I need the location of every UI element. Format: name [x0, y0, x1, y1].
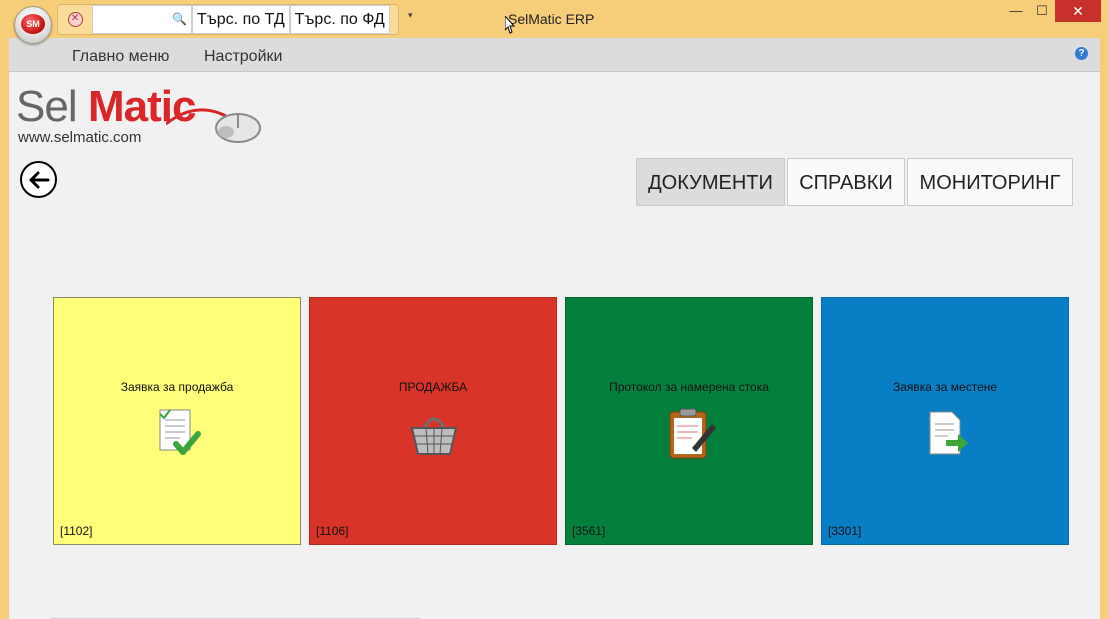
maximize-button[interactable]: ☐	[1029, 0, 1055, 22]
search-fd-button[interactable]: Търс. по ФД	[289, 5, 390, 34]
tile-label: Заявка за местене	[892, 380, 998, 394]
tile-code: [3561]	[572, 524, 606, 538]
tile-sales-request[interactable]: Заявка за продажба [1102]	[53, 297, 301, 545]
tab-monitoring[interactable]: МОНИТОРИНГ	[907, 158, 1073, 206]
quick-access-toolbar: ✕ 🔍 Търс. по ТД Търс. по ФД	[57, 4, 399, 35]
app-orb-label: SM	[21, 14, 45, 34]
document-check-icon	[159, 409, 201, 455]
menu-main[interactable]: Главно меню	[72, 48, 169, 66]
menu-bar: Главно меню Настройки ?	[9, 38, 1100, 72]
search-td-button[interactable]: Търс. по ТД	[192, 5, 290, 34]
back-button[interactable]	[20, 161, 57, 198]
tab-documents[interactable]: ДОКУМЕНТИ	[636, 158, 785, 206]
tile-code: [3301]	[828, 524, 862, 538]
tab-references[interactable]: СПРАВКИ	[787, 158, 905, 206]
tile-sale[interactable]: ПРОДАЖБА [1106]	[309, 297, 557, 545]
magnifier-icon: 🔍	[172, 12, 187, 26]
minimize-button[interactable]: —	[1003, 0, 1029, 22]
close-circle-icon: ✕	[67, 12, 83, 27]
tile-transfer-request[interactable]: Заявка за местене [3301]	[821, 297, 1069, 545]
tile-found-goods-protocol[interactable]: Протокол за намерена стока [3561]	[565, 297, 813, 545]
logo-url: www.selmatic.com	[18, 129, 142, 146]
menu-settings[interactable]: Настройки	[204, 48, 282, 66]
window-title: SelMatic ERP	[508, 11, 595, 27]
title-bar: SM ✕ 🔍 Търс. по ТД Търс. по ФД ▾ SelMati…	[0, 0, 1108, 44]
clipboard-pen-icon	[669, 408, 716, 459]
quick-search-input[interactable]: 🔍	[92, 5, 192, 34]
close-window-button[interactable]: ✕	[1055, 0, 1101, 22]
customize-toolbar-dropdown-icon[interactable]: ▾	[408, 10, 413, 21]
shopping-basket-icon	[410, 417, 458, 455]
main-content: Sel Matic www.selmatic.com ДОКУМЕНТИ СПР…	[9, 72, 1100, 619]
mouse-cursor-icon	[505, 16, 515, 34]
selmatic-logo: Sel Matic www.selmatic.com	[16, 82, 266, 148]
clear-button[interactable]: ✕	[58, 5, 92, 34]
tile-label: Протокол за намерена стока	[609, 380, 769, 394]
app-menu-orb[interactable]: SM	[14, 6, 52, 44]
document-arrow-icon	[929, 411, 968, 455]
tile-label: Заявка за продажба	[120, 380, 234, 394]
tile-label: ПРОДАЖБА	[398, 380, 468, 394]
computer-mouse-icon	[166, 108, 261, 143]
tile-code: [1102]	[60, 524, 93, 538]
help-icon[interactable]: ?	[1075, 47, 1088, 60]
arrow-left-icon	[29, 171, 49, 188]
logo-text-sel: Sel	[16, 82, 78, 131]
tile-code: [1106]	[316, 524, 349, 538]
